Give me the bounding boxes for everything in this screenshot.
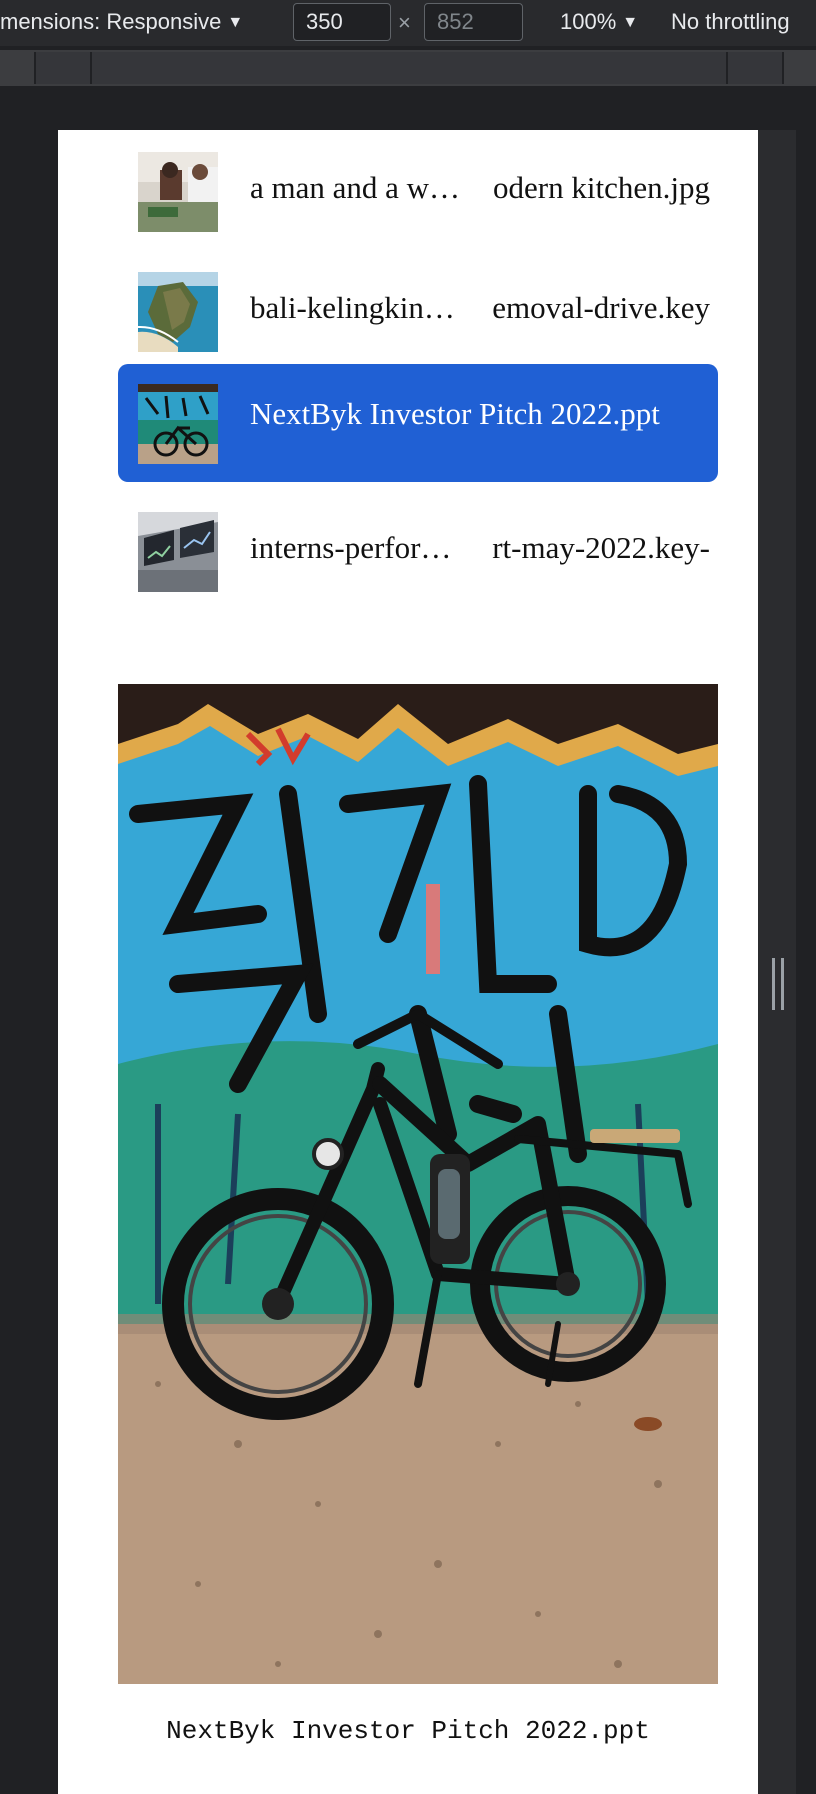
file-name-end: odern kitchen.jpg xyxy=(493,170,710,205)
file-name: bali-kelingkin… emoval-drive.key xyxy=(250,290,710,326)
preview-image xyxy=(118,684,718,1684)
file-list-item[interactable]: interns-perfor… rt-may-2022.key- xyxy=(118,498,718,616)
bike-graffiti-thumbnail xyxy=(138,384,218,464)
throttling-dropdown[interactable]: No throttling xyxy=(671,9,790,35)
file-name-start: bali-kelingkin… xyxy=(250,290,455,325)
file-list-item[interactable]: a man and a w… odern kitchen.jpg xyxy=(118,138,718,256)
times-icon: × xyxy=(398,10,411,35)
file-name-end: emoval-drive.key xyxy=(492,290,710,325)
file-name-start: a man and a w… xyxy=(250,170,461,205)
kitchen-photo-thumbnail xyxy=(138,152,218,232)
height-input[interactable]: 852 xyxy=(424,3,523,41)
device-toolbar: mensions: Responsive ▼ 350 × 852 100% ▼ No… xyxy=(0,0,816,46)
ruler-segment[interactable] xyxy=(726,52,784,84)
dashboard-screens-thumbnail xyxy=(138,512,218,592)
file-name-start: interns-perfor… xyxy=(250,530,452,565)
file-name-full: NextByk Investor Pitch 2022.ppt xyxy=(250,396,660,431)
zoom-label: 100% xyxy=(560,9,617,34)
dimensions-dropdown[interactable]: mensions: Responsive ▼ xyxy=(0,9,243,35)
chevron-down-icon: ▼ xyxy=(622,14,639,31)
dimensions-label: mensions: Responsive xyxy=(0,9,222,34)
file-name: NextByk Investor Pitch 2022.ppt xyxy=(250,396,710,432)
file-name: interns-perfor… rt-may-2022.key- xyxy=(250,530,710,566)
beach-cliff-thumbnail xyxy=(138,272,218,352)
device-viewport: a man and a w… odern kitchen.jpg bali-ke… xyxy=(58,130,758,1794)
preview-caption: NextByk Investor Pitch 2022.ppt xyxy=(166,1716,650,1746)
chevron-down-icon: ▼ xyxy=(227,14,244,31)
width-input[interactable]: 350 xyxy=(293,3,391,41)
media-query-ruler xyxy=(0,50,816,86)
ruler-segment[interactable] xyxy=(90,52,728,84)
zoom-dropdown[interactable]: 100% ▼ xyxy=(560,9,638,35)
file-list-item[interactable]: bali-kelingkin… emoval-drive.key xyxy=(118,258,718,376)
file-name: a man and a w… odern kitchen.jpg xyxy=(250,170,710,206)
file-list-item-selected[interactable]: NextByk Investor Pitch 2022.ppt xyxy=(118,364,718,482)
resize-handle[interactable] xyxy=(772,958,784,1010)
ruler-segment[interactable] xyxy=(34,52,92,84)
file-name-end: rt-may-2022.key- xyxy=(492,530,710,565)
